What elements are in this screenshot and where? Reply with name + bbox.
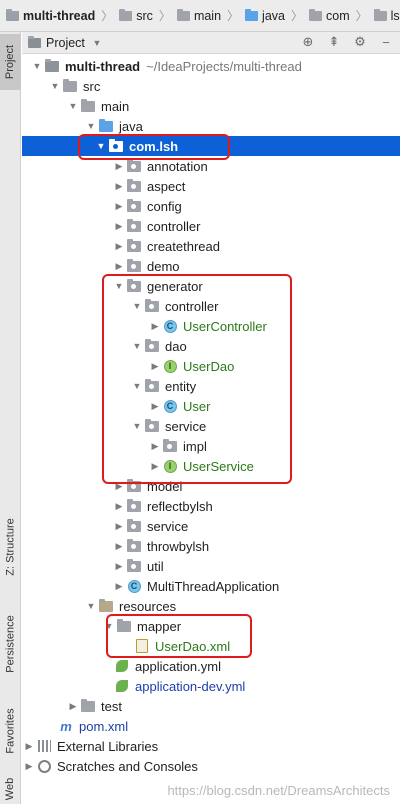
tool-tab-favorites[interactable]: Favorites — [0, 696, 21, 766]
chevron-down-icon[interactable]: ▼ — [84, 119, 98, 133]
chevron-right-icon[interactable]: ▶ — [112, 239, 126, 253]
chevron-right-icon[interactable]: ▶ — [112, 219, 126, 233]
package-icon — [127, 178, 141, 192]
folder-icon — [176, 8, 190, 21]
tree-item-application-dev-yml[interactable]: application-dev.yml — [22, 676, 400, 696]
tree-item-pom-xml[interactable]: m pom.xml — [22, 716, 400, 736]
package-icon — [127, 238, 141, 252]
yaml-leaf-icon — [116, 680, 128, 692]
chevron-right-icon[interactable]: ▶ — [112, 499, 126, 513]
chevron-right-icon: 〉 — [355, 9, 368, 23]
tree-item-controller[interactable]: ▶ controller — [22, 216, 400, 236]
package-icon — [127, 218, 141, 232]
package-icon — [309, 8, 322, 21]
module-folder-icon — [45, 58, 59, 72]
chevron-right-icon: 〉 — [158, 9, 171, 23]
breadcrumb-item-src[interactable]: src — [119, 8, 153, 23]
chevron-right-icon[interactable]: ▶ — [22, 759, 36, 773]
spring-boot-class-icon: C — [127, 579, 141, 593]
chevron-right-icon[interactable]: ▶ — [66, 699, 80, 713]
tool-tab-web[interactable]: Web — [0, 774, 21, 804]
chevron-right-icon[interactable]: ▶ — [112, 199, 126, 213]
folder-icon — [63, 78, 77, 92]
locate-icon[interactable]: ⊕ — [300, 34, 316, 50]
hide-icon[interactable]: − — [378, 34, 394, 50]
watermark: https://blog.csdn.net/DreamsArchitects — [167, 783, 390, 798]
package-icon — [127, 558, 141, 572]
chevron-right-icon[interactable]: ▶ — [112, 559, 126, 573]
tree-item-main[interactable]: ▼ main — [22, 96, 400, 116]
chevron-down-icon[interactable]: ▼ — [48, 79, 62, 93]
module-folder-icon — [6, 8, 19, 21]
chevron-right-icon[interactable]: ▶ — [112, 179, 126, 193]
tool-tab-structure[interactable]: Z: Structure — [0, 502, 21, 592]
gear-icon[interactable]: ⚙ — [352, 34, 368, 50]
highlight-box-com-lsh — [78, 134, 230, 160]
source-folder-icon — [99, 118, 113, 132]
chevron-right-icon[interactable]: ▶ — [112, 539, 126, 553]
tool-tab-persistence[interactable]: Persistence — [0, 602, 21, 686]
project-panel-header: Project ▼ ⊕ ⇞ ⚙ − — [22, 32, 400, 54]
left-tool-strip: Project Z: Structure Persistence Favorit… — [0, 32, 21, 804]
highlight-box-mapper — [106, 614, 252, 658]
package-icon — [127, 198, 141, 212]
tree-item-resources[interactable]: ▼ resources — [22, 596, 400, 616]
chevron-right-icon: 〉 — [227, 9, 240, 23]
maven-icon: m — [60, 718, 72, 734]
chevron-down-icon[interactable]: ▼ — [30, 59, 44, 73]
breadcrumb: multi-thread 〉 src 〉 main 〉 java 〉 com 〉… — [0, 0, 400, 32]
chevron-down-icon[interactable]: ▼ — [66, 99, 80, 113]
package-icon — [127, 158, 141, 172]
tree-item-scratches[interactable]: ▶ Scratches and Consoles — [22, 756, 400, 776]
breadcrumb-item-com[interactable]: com — [309, 8, 350, 23]
chevron-right-icon[interactable]: ▶ — [112, 259, 126, 273]
tree-item-createthread[interactable]: ▶ createthread — [22, 236, 400, 256]
yaml-leaf-icon — [116, 660, 128, 672]
breadcrumb-item-lsh[interactable]: lsh — [373, 8, 400, 23]
resources-folder-icon — [99, 598, 113, 612]
folder-icon — [119, 8, 133, 21]
breadcrumb-item-java[interactable]: java — [245, 8, 285, 23]
tree-item-aspect[interactable]: ▶ aspect — [22, 176, 400, 196]
chevron-right-icon[interactable]: ▶ — [112, 159, 126, 173]
tree-item-throwbylsh[interactable]: ▶ throwbylsh — [22, 536, 400, 556]
tree-item-java[interactable]: ▼ java — [22, 116, 400, 136]
chevron-down-icon[interactable]: ▼ — [84, 599, 98, 613]
tree-item-external-libraries[interactable]: ▶ External Libraries — [22, 736, 400, 756]
panel-toolbar: ⊕ ⇞ ⚙ − — [300, 34, 394, 50]
collapse-all-icon[interactable]: ⇞ — [326, 34, 342, 50]
tree-item-config[interactable]: ▶ config — [22, 196, 400, 216]
tree-item-multithread-application[interactable]: ▶ C MultiThreadApplication — [22, 576, 400, 596]
breadcrumb-item-main[interactable]: main — [176, 8, 221, 23]
tree-item-service[interactable]: ▶ service — [22, 516, 400, 536]
package-icon — [127, 498, 141, 512]
folder-icon — [81, 698, 95, 712]
tree-item-root[interactable]: ▼ multi-thread ~/IdeaProjects/multi-thre… — [22, 56, 400, 76]
highlight-box-generator — [102, 274, 292, 484]
chevron-right-icon[interactable]: ▶ — [112, 579, 126, 593]
chevron-right-icon: 〉 — [101, 9, 114, 23]
chevron-right-icon: 〉 — [290, 9, 303, 23]
tree-item-test[interactable]: ▶ test — [22, 696, 400, 716]
source-folder-icon — [245, 8, 259, 21]
tree-item-src[interactable]: ▼ src — [22, 76, 400, 96]
folder-icon — [81, 98, 95, 112]
project-view-selector[interactable]: Project — [46, 36, 85, 50]
tree-item-reflectbylsh[interactable]: ▶ reflectbylsh — [22, 496, 400, 516]
tree-item-demo[interactable]: ▶ demo — [22, 256, 400, 276]
chevron-right-icon[interactable]: ▶ — [22, 739, 36, 753]
breadcrumb-item-project[interactable]: multi-thread — [6, 8, 95, 23]
tree-item-application-yml[interactable]: application.yml — [22, 656, 400, 676]
package-icon — [127, 538, 141, 552]
package-icon — [127, 518, 141, 532]
package-icon — [373, 8, 387, 21]
tool-tab-project[interactable]: Project — [0, 34, 21, 90]
libraries-icon — [37, 740, 51, 752]
package-icon — [127, 258, 141, 272]
tree-item-util[interactable]: ▶ util — [22, 556, 400, 576]
chevron-right-icon[interactable]: ▶ — [112, 519, 126, 533]
chevron-down-icon[interactable]: ▼ — [90, 36, 104, 50]
project-view-icon — [28, 35, 41, 48]
scratches-icon — [37, 759, 51, 773]
